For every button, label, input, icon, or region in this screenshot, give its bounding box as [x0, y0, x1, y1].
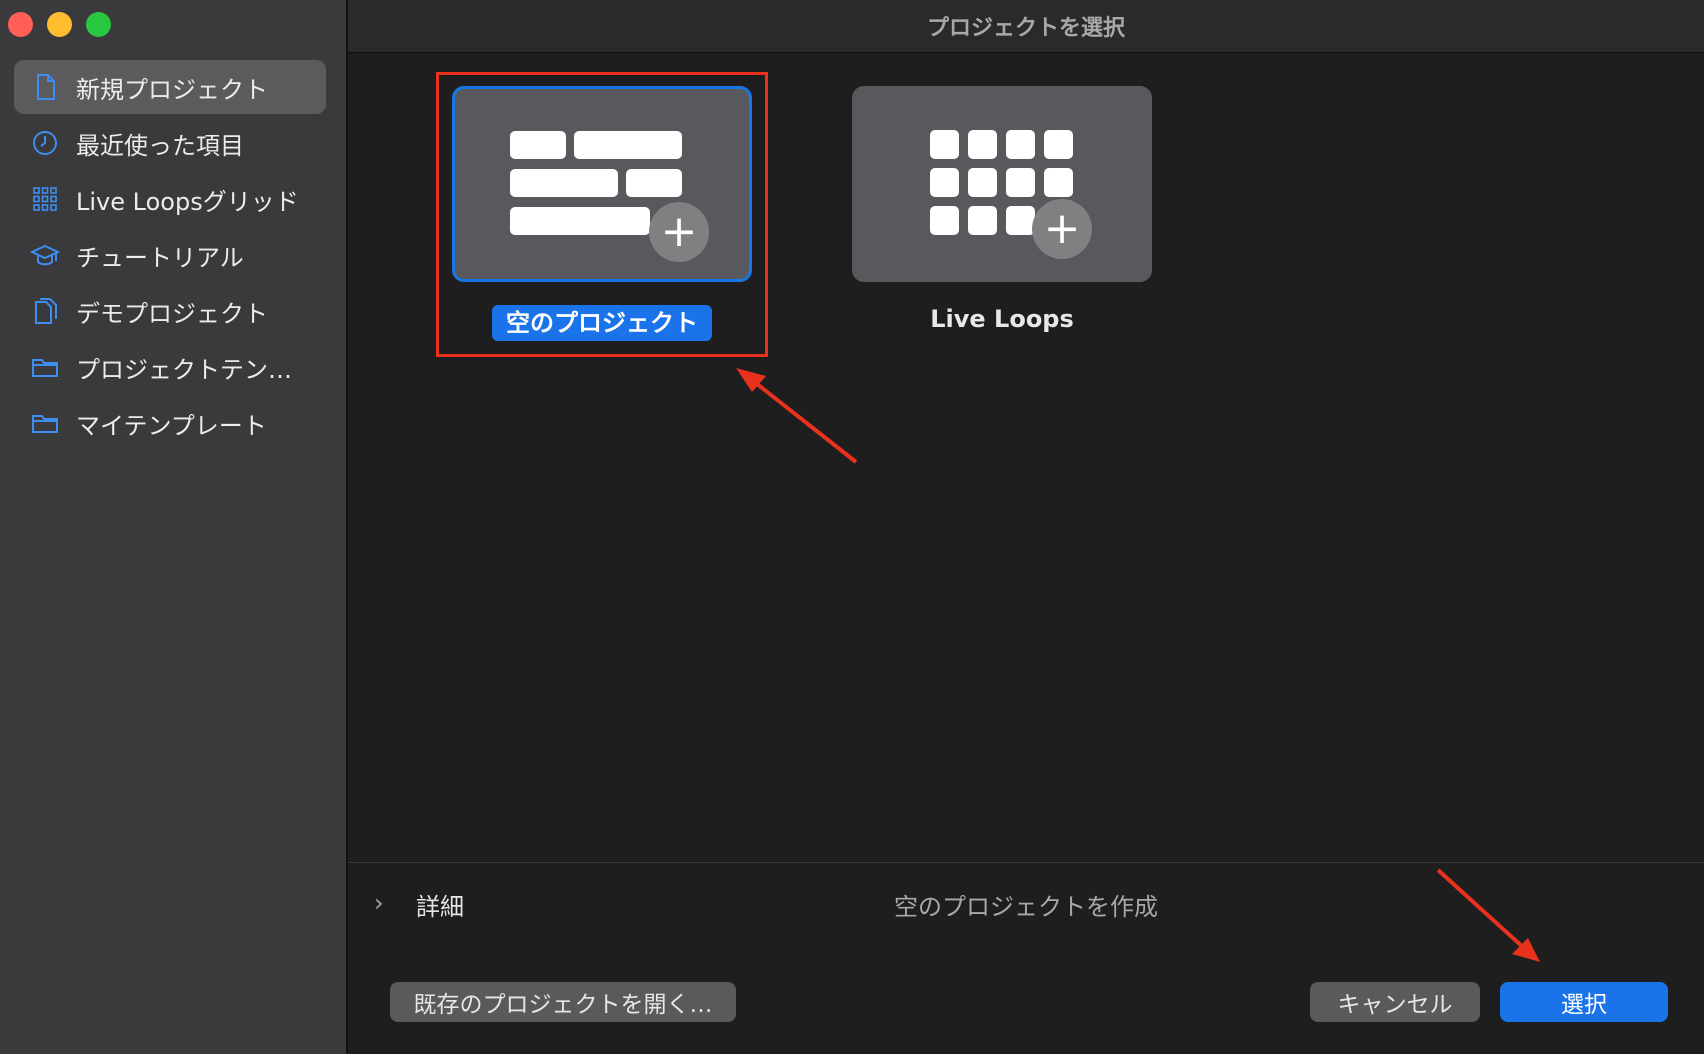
- template-label-live-loops: Live Loops: [930, 305, 1074, 333]
- documents-icon: [30, 296, 60, 326]
- document-icon: [30, 72, 60, 102]
- choose-button[interactable]: 選択: [1500, 982, 1668, 1022]
- grid-icon: [30, 184, 60, 214]
- zoom-window-button[interactable]: [86, 12, 111, 37]
- folder-icon: [30, 352, 60, 382]
- sidebar-item-label: プロジェクトテン…: [76, 355, 292, 384]
- folder-icon: [30, 408, 60, 438]
- sidebar-item-label: チュートリアル: [76, 243, 244, 272]
- sidebar-item-label: マイテンプレート: [76, 411, 267, 440]
- sidebar-item-label: 最近使った項目: [76, 131, 244, 160]
- sidebar-item-label: デモプロジェクト: [76, 299, 268, 328]
- sidebar-item-my-templates[interactable]: マイテンプレート: [14, 396, 326, 450]
- sidebar: 新規プロジェクト 最近使った項目 Live Loopsグリッド チュートリアル: [0, 0, 348, 1054]
- template-description: 空のプロジェクトを作成: [894, 893, 1158, 921]
- sidebar-item-tutorial[interactable]: チュートリアル: [14, 228, 326, 282]
- window-controls: [8, 12, 111, 37]
- window-title: プロジェクトを選択: [348, 0, 1704, 53]
- sidebar-item-new-project[interactable]: 新規プロジェクト: [14, 60, 326, 114]
- sidebar-item-live-loops-grid[interactable]: Live Loopsグリッド: [14, 172, 326, 226]
- sidebar-list: 新規プロジェクト 最近使った項目 Live Loopsグリッド チュートリアル: [14, 60, 326, 452]
- sidebar-item-project-templates[interactable]: プロジェクトテン…: [14, 340, 326, 394]
- minimize-window-button[interactable]: [47, 12, 72, 37]
- sidebar-item-demo-projects[interactable]: デモプロジェクト: [14, 284, 326, 338]
- sidebar-item-label: 新規プロジェクト: [76, 75, 268, 104]
- dialog-footer: 既存のプロジェクトを開く… キャンセル 選択: [348, 941, 1704, 1054]
- plus-icon: +: [1032, 199, 1092, 259]
- annotation-box-empty-project: [436, 72, 768, 357]
- open-existing-project-button[interactable]: 既存のプロジェクトを開く…: [390, 982, 736, 1022]
- close-window-button[interactable]: [8, 12, 33, 37]
- sidebar-item-label: Live Loopsグリッド: [76, 187, 299, 216]
- details-bar: › 詳細 空のプロジェクトを作成: [348, 862, 1704, 942]
- graduation-cap-icon: [30, 240, 60, 270]
- loops-grid-plus-icon[interactable]: +: [852, 86, 1152, 282]
- clock-icon: [30, 128, 60, 158]
- sidebar-item-recent[interactable]: 最近使った項目: [14, 116, 326, 170]
- cancel-button[interactable]: キャンセル: [1310, 982, 1480, 1022]
